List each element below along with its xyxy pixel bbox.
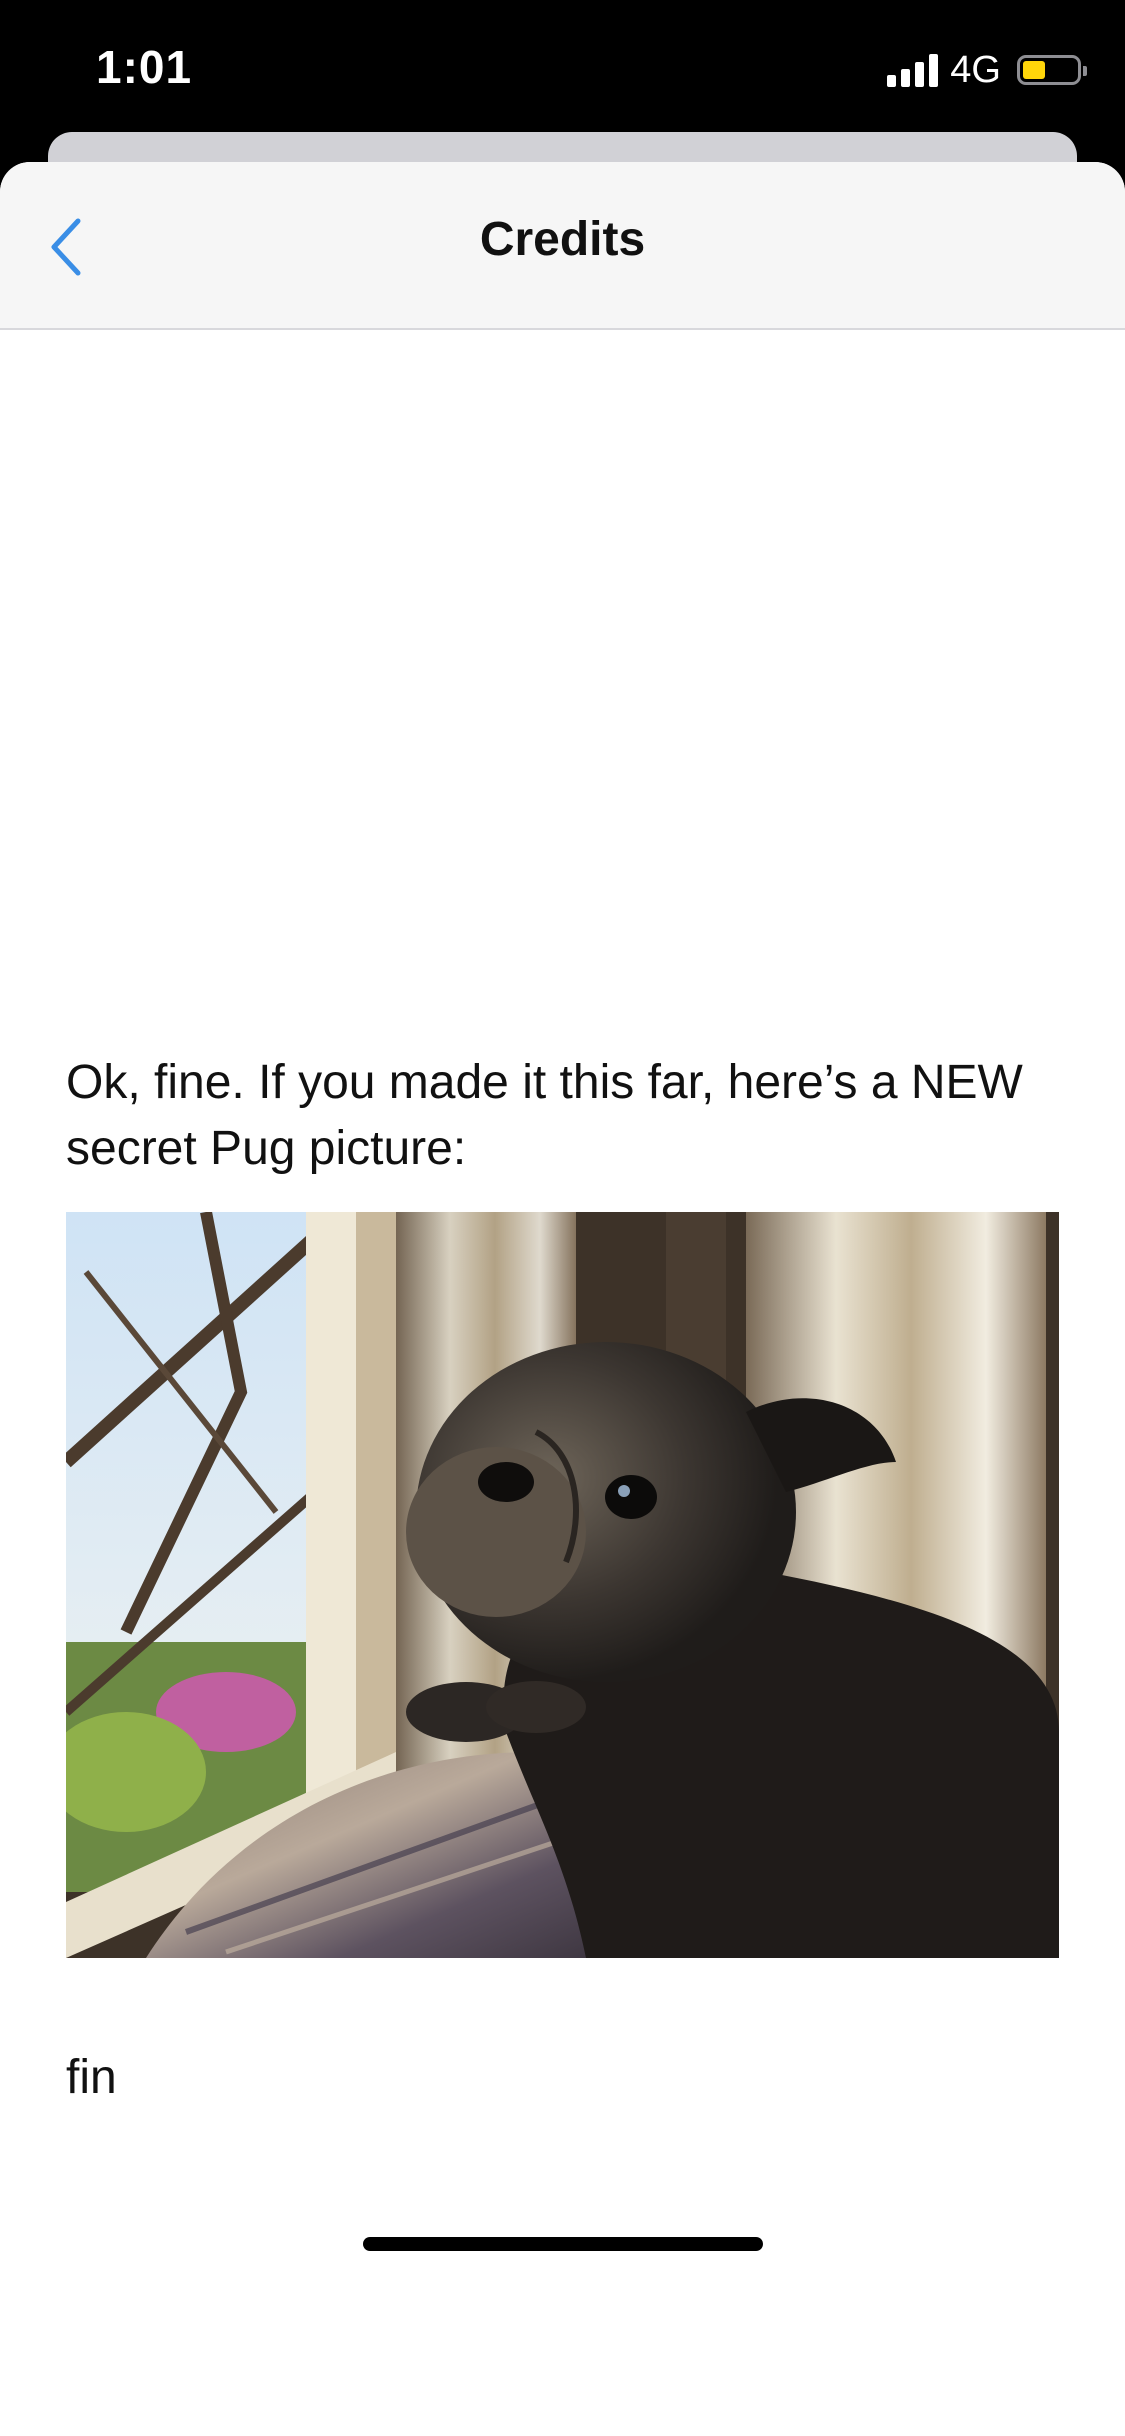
page-title: Credits <box>479 213 646 266</box>
network-type: 4G <box>950 48 1001 91</box>
home-indicator[interactable] <box>363 2237 763 2251</box>
secret-message: Ok, fine. If you made it this far, here’… <box>66 1056 1023 1175</box>
status-bar: 1:01 4G <box>0 0 1125 150</box>
credits-content: Ok, fine. If you made it this far, here’… <box>66 1050 1066 2104</box>
navigation-bar: Credits <box>0 162 1125 330</box>
status-indicators: 4G <box>887 48 1087 92</box>
ending-text: fin <box>66 2051 117 2104</box>
cellular-signal-icon <box>887 53 939 87</box>
pug-photo <box>66 1212 1059 1958</box>
status-time: 1:01 <box>96 41 193 93</box>
battery-icon <box>1017 55 1087 85</box>
